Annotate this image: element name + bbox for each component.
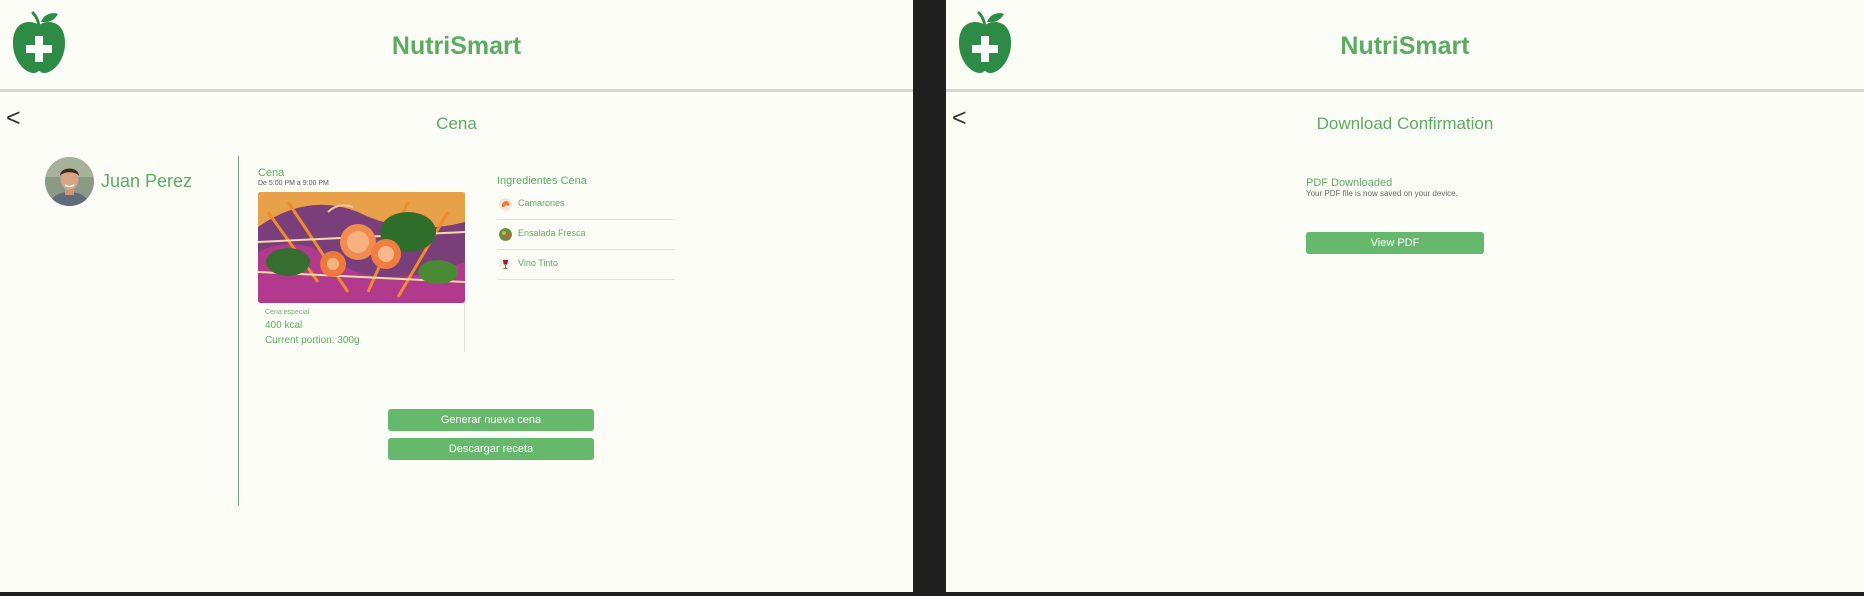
- ingredient-label: Vino Tinto: [518, 258, 558, 268]
- user-profile: Juan Perez: [45, 157, 225, 207]
- ingredient-label: Ensalada Fresca: [518, 228, 586, 238]
- meal-title: Cena: [258, 167, 285, 179]
- meal-screen: NutriSmart < Cena Juan Perez Cena De 5:0…: [0, 0, 913, 592]
- ingredients-title: Ingredientes Cena: [497, 175, 587, 187]
- view-pdf-button[interactable]: View PDF: [1306, 232, 1484, 254]
- app-title: NutriSmart: [391, 32, 522, 60]
- ingredient-item-vino-tinto[interactable]: Vino Tinto: [497, 250, 675, 280]
- ingredient-label: Camarones: [518, 198, 565, 208]
- page-title: Cena: [436, 114, 477, 133]
- ingredients-list: Camarones Ensalada Fresca Vino Tinto: [497, 190, 675, 280]
- download-status-message: Your PDF file is now saved on your devic…: [1306, 189, 1458, 198]
- meal-tag: Cena especial: [265, 309, 310, 316]
- user-name: Juan Perez: [101, 171, 193, 191]
- meal-portion: Current portion: 300g: [265, 335, 360, 346]
- meal-photo: [258, 192, 465, 303]
- shrimp-icon: [499, 198, 512, 211]
- ingredient-item-camarones[interactable]: Camarones: [497, 190, 675, 220]
- vertical-divider: [238, 156, 239, 506]
- download-confirmation-screen: NutriSmart < Download Confirmation PDF D…: [946, 0, 1864, 592]
- page-title: Download Confirmation: [1316, 114, 1494, 133]
- meal-card[interactable]: Cena especial 400 kcal Current portion: …: [258, 192, 465, 352]
- app-title: NutriSmart: [1340, 32, 1470, 60]
- wine-icon: [499, 258, 512, 271]
- app-header: NutriSmart: [0, 0, 913, 92]
- meal-time: De 5:00 PM a 9:00 PM: [258, 180, 329, 187]
- app-header: NutriSmart: [946, 0, 1864, 92]
- generate-dinner-button[interactable]: Generar nueva cena: [388, 409, 594, 431]
- salad-icon: [499, 228, 512, 241]
- meal-calories: 400 kcal: [265, 320, 303, 331]
- download-status-title: PDF Downloaded: [1306, 177, 1393, 189]
- avatar[interactable]: [45, 157, 94, 206]
- download-recipe-button[interactable]: Descargar receta: [388, 438, 594, 460]
- ingredient-item-ensalada-fresca[interactable]: Ensalada Fresca: [497, 220, 675, 250]
